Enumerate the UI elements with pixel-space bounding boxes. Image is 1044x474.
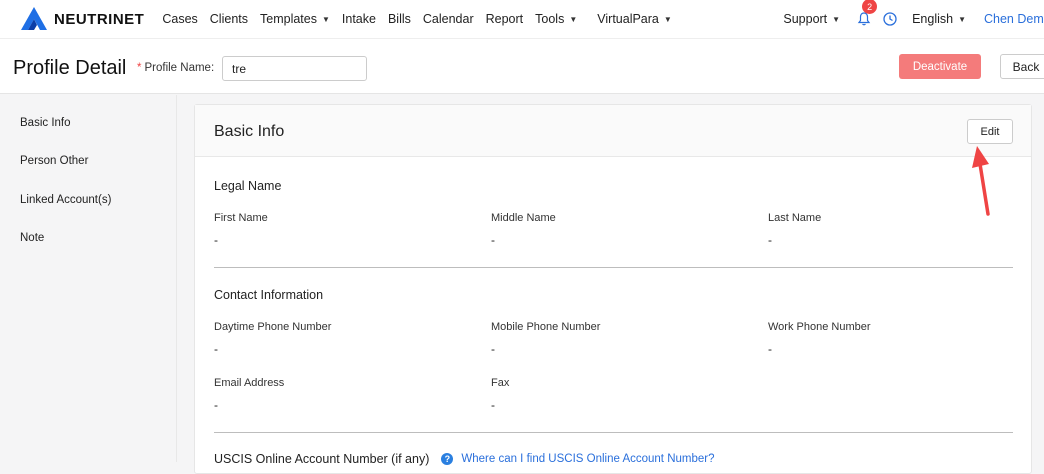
fax-label: Fax bbox=[491, 377, 510, 389]
language-selector[interactable]: English ▼ bbox=[912, 12, 966, 26]
profile-name-label: * Profile Name: bbox=[137, 62, 214, 74]
nav-item-label: Bills bbox=[387, 12, 411, 26]
work-phone-label: Work Phone Number bbox=[768, 321, 871, 333]
red-arrow-icon bbox=[972, 146, 990, 216]
email-value: - bbox=[214, 398, 218, 412]
profile-sidebar: Basic Info Person Other Linked Account(s… bbox=[0, 95, 177, 462]
top-navigation-bar: NEUTRINET Cases Clients Templates ▼ Intak… bbox=[0, 0, 1044, 38]
work-phone-value: - bbox=[768, 342, 772, 356]
deactivate-button[interactable]: Deactivate bbox=[899, 54, 981, 79]
fax-value: - bbox=[491, 398, 495, 412]
basic-info-card: Basic Info Edit Legal Name First Name - … bbox=[194, 104, 1032, 474]
uscis-account-label: USCIS Online Account Number (if any) bbox=[214, 452, 430, 466]
support-menu[interactable]: Support ▼ bbox=[783, 12, 840, 26]
sidebar-item-basic-info[interactable]: Basic Info bbox=[20, 117, 71, 129]
user-menu[interactable]: Chen Demo bbox=[984, 12, 1044, 26]
nav-item-label: VirtualPara bbox=[597, 12, 659, 26]
section-divider bbox=[214, 432, 1013, 433]
nav-item-label: Report bbox=[485, 12, 524, 26]
clock-icon bbox=[883, 12, 897, 26]
caret-down-icon: ▼ bbox=[958, 14, 966, 24]
nav-item-calendar[interactable]: Calendar bbox=[423, 12, 474, 26]
nav-item-label: Cases bbox=[162, 12, 198, 26]
back-button[interactable]: Back bbox=[1000, 54, 1044, 79]
email-label: Email Address bbox=[214, 377, 285, 389]
mobile-phone-value: - bbox=[491, 342, 495, 356]
nav-right-group: Support ▼ 2 English ▼ Chen Demo bbox=[783, 0, 1044, 38]
last-name-label: Last Name bbox=[768, 212, 822, 224]
legal-name-section-title: Legal Name bbox=[214, 179, 282, 193]
card-header: Basic Info Edit bbox=[195, 105, 1031, 157]
caret-down-icon: ▼ bbox=[663, 14, 672, 24]
last-name-value: - bbox=[768, 233, 772, 247]
nav-item-label: Calendar bbox=[422, 12, 474, 26]
nav-item-templates[interactable]: Templates ▼ bbox=[260, 12, 330, 26]
mobile-phone-label: Mobile Phone Number bbox=[491, 321, 601, 333]
daytime-phone-label: Daytime Phone Number bbox=[214, 321, 332, 333]
nav-item-label: Templates bbox=[260, 12, 317, 26]
caret-down-icon: ▼ bbox=[321, 14, 330, 24]
language-label: English bbox=[912, 12, 954, 26]
page-title: Profile Detail bbox=[13, 57, 127, 79]
caret-down-icon: ▼ bbox=[569, 14, 578, 24]
profile-name-label-text: Profile Name: bbox=[144, 62, 215, 74]
nav-item-label: Clients bbox=[209, 12, 248, 26]
daytime-phone-value: - bbox=[214, 342, 218, 356]
contact-section-title: Contact Information bbox=[214, 288, 324, 302]
required-marker: * bbox=[137, 62, 142, 74]
first-name-label: First Name bbox=[214, 212, 268, 224]
main-menu: Cases Clients Templates ▼ Intake Bills Ca… bbox=[162, 12, 683, 26]
sidebar-item-note[interactable]: Note bbox=[20, 232, 44, 244]
brand-logo[interactable]: NEUTRINET bbox=[20, 6, 144, 32]
nav-item-label: Tools bbox=[535, 12, 565, 26]
nav-item-bills[interactable]: Bills bbox=[388, 12, 411, 26]
first-name-value: - bbox=[214, 233, 218, 247]
notifications-button[interactable]: 2 bbox=[856, 0, 878, 27]
notification-count-badge: 2 bbox=[862, 0, 878, 14]
nav-item-report[interactable]: Report bbox=[486, 12, 524, 26]
history-button[interactable] bbox=[882, 11, 898, 27]
brand-name: NEUTRINET bbox=[54, 10, 145, 28]
page-header: Profile Detail *Profile Name: Deactivate… bbox=[0, 38, 1044, 94]
support-label: Support bbox=[783, 12, 828, 26]
nav-item-label: Intake bbox=[341, 12, 376, 26]
uscis-help-link[interactable]: Where can I find USCIS Online Account Nu… bbox=[461, 453, 714, 465]
nav-item-virtualpara[interactable]: VirtualPara ▼ bbox=[597, 12, 672, 26]
nav-item-cases[interactable]: Cases bbox=[162, 12, 197, 26]
nav-item-tools[interactable]: Tools ▼ bbox=[535, 12, 577, 26]
section-divider bbox=[214, 267, 1013, 268]
card-title: Basic Info bbox=[214, 123, 285, 140]
profile-name-input[interactable] bbox=[222, 56, 367, 81]
caret-down-icon: ▼ bbox=[832, 14, 841, 24]
edit-button[interactable]: Edit bbox=[967, 119, 1013, 144]
uscis-account-row: USCIS Online Account Number (if any) ? W… bbox=[214, 452, 715, 466]
question-icon[interactable]: ? bbox=[441, 453, 454, 465]
middle-name-label: Middle Name bbox=[491, 212, 556, 224]
sidebar-item-person-other[interactable]: Person Other bbox=[20, 155, 88, 167]
sidebar-item-linked-accounts[interactable]: Linked Account(s) bbox=[20, 194, 111, 206]
neutrinet-logo-icon bbox=[21, 7, 47, 30]
middle-name-value: - bbox=[491, 233, 495, 247]
nav-item-clients[interactable]: Clients bbox=[210, 12, 248, 26]
nav-item-intake[interactable]: Intake bbox=[342, 12, 376, 26]
